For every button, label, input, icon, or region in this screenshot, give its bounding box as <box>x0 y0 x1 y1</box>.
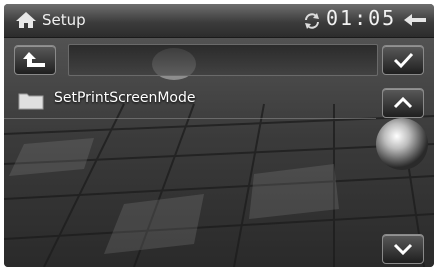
folder-icon <box>18 93 44 110</box>
confirm-button[interactable] <box>382 45 424 75</box>
home-icon[interactable] <box>14 10 38 30</box>
title-bar: Setup 01:05 <box>4 4 434 38</box>
clock: 01:05 <box>326 6 397 30</box>
chevron-down-icon <box>393 243 413 256</box>
path-bar <box>68 44 378 76</box>
page-title: Setup <box>42 11 86 29</box>
setup-screen: Setup 01:05 SetPrintScreenMode <box>4 4 434 267</box>
back-arrow-icon[interactable] <box>402 12 430 28</box>
up-level-button[interactable] <box>14 45 56 75</box>
list-item[interactable]: SetPrintScreenMode <box>4 82 376 118</box>
up-level-arrow-icon <box>23 52 45 67</box>
scroll-down-button[interactable] <box>382 234 424 264</box>
scroll-up-button[interactable] <box>382 88 424 118</box>
list-item-label: SetPrintScreenMode <box>54 90 196 106</box>
list-divider <box>4 118 376 119</box>
sync-icon <box>305 13 319 29</box>
chevron-up-icon <box>393 96 413 109</box>
checkmark-icon <box>393 52 414 69</box>
